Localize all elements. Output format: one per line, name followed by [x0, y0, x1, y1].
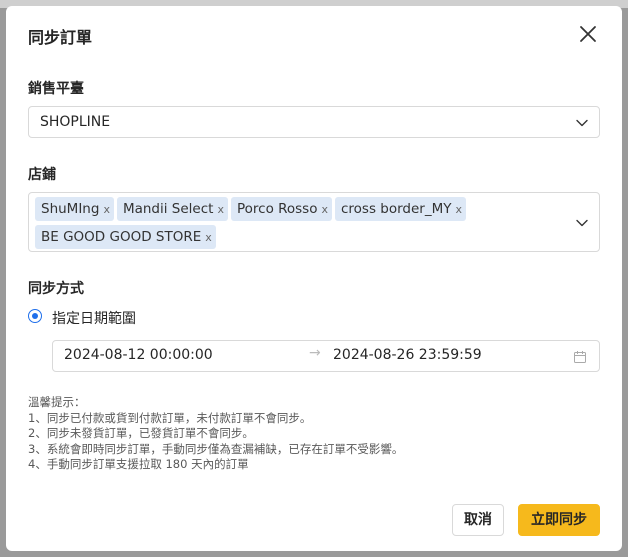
- remove-tag-icon[interactable]: x: [321, 198, 328, 222]
- store-tag-label: Mandii Select: [122, 201, 214, 217]
- store-tag-label: cross border_MY: [341, 201, 452, 217]
- store-tag: cross border_MY x: [335, 197, 467, 222]
- platform-select[interactable]: SHOPLINE: [28, 106, 600, 138]
- sync-now-button[interactable]: 立即同步: [518, 504, 600, 536]
- platform-value: SHOPLINE: [40, 114, 111, 130]
- store-tag: Porco Rosso x: [230, 197, 332, 222]
- end-date-input[interactable]: 2024-08-26 23:59:59: [333, 347, 482, 363]
- arrow-right-icon: →: [309, 345, 321, 361]
- calendar-icon[interactable]: [573, 349, 587, 363]
- sync-notes: 溫馨提示： 1、同步已付款或貨到付款訂單，未付款訂單不會同步。 2、同步未發貨訂…: [28, 395, 403, 473]
- remove-tag-icon[interactable]: x: [456, 198, 463, 222]
- start-date-input[interactable]: 2024-08-12 00:00:00: [64, 347, 213, 363]
- remove-tag-icon[interactable]: x: [103, 198, 110, 222]
- sync-method-option-label: 指定日期範圍: [52, 311, 136, 327]
- store-tags: ShuMIng x Mandii Select x Porco Rosso x cross …: [35, 197, 565, 253]
- remove-tag-icon[interactable]: x: [217, 198, 224, 222]
- store-tag: ShuMIng x: [35, 197, 114, 221]
- note-item: 2、同步未發貨訂單，已發貨訂單不會同步。: [28, 426, 254, 440]
- radio-selected-icon[interactable]: [28, 309, 42, 323]
- chevron-down-icon: [575, 115, 589, 129]
- chevron-down-icon: [575, 215, 589, 229]
- note-item: 1、同步已付款或貨到付款訂單，未付款訂單不會同步。: [28, 410, 312, 425]
- stores-multiselect[interactable]: ShuMIng x Mandii Select x Porco Rosso x cross …: [28, 192, 600, 252]
- note-item: 4、手動同步訂單支援拉取 180 天內的訂單: [28, 457, 249, 471]
- notes-heading: 溫馨提示：: [28, 395, 86, 409]
- remove-tag-icon[interactable]: x: [205, 226, 212, 250]
- date-range-picker[interactable]: 2024-08-12 00:00:00 → 2024-08-26 23:59:5…: [52, 340, 600, 372]
- note-item: 3、系統會即時同步訂單，手動同步僅為查漏補缺，已存在訂單不受影響。: [28, 441, 404, 456]
- store-tag: Mandii Select x: [116, 197, 228, 222]
- store-tag-label: BE GOOD GOOD STORE: [41, 229, 202, 245]
- store-tag: BE GOOD GOOD STORE x: [35, 225, 216, 249]
- store-tag-label: Porco Rosso: [236, 201, 318, 217]
- dialog-title: 同步訂單: [28, 28, 93, 47]
- cancel-button[interactable]: 取消: [452, 504, 504, 536]
- platform-label: 銷售平臺: [28, 81, 84, 97]
- sync-orders-dialog: 同步訂單 銷售平臺 SHOPLINE 店鋪 ShuMIng x Mandii Sel…: [6, 6, 622, 551]
- stores-label: 店鋪: [28, 167, 56, 183]
- close-icon[interactable]: [576, 22, 600, 46]
- store-tag-label: ShuMIng: [41, 201, 100, 217]
- sync-method-label: 同步方式: [28, 281, 84, 297]
